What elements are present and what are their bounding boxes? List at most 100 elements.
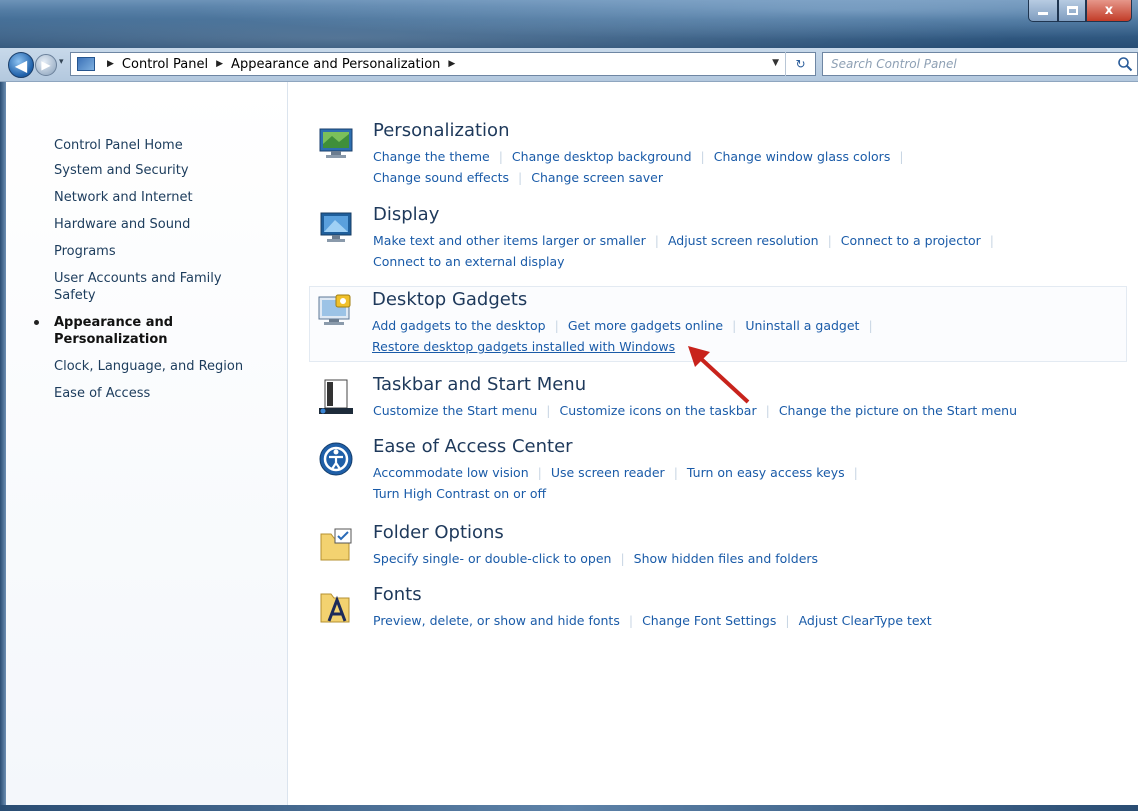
link-low-vision[interactable]: Accommodate low vision: [373, 465, 529, 480]
sidebar-item-appearance[interactable]: Appearance and Personalization: [34, 314, 214, 348]
close-icon: x: [1104, 3, 1114, 18]
link-separator: |: [868, 318, 873, 333]
link-separator: |: [537, 465, 542, 480]
link-restore-desktop-gadgets[interactable]: Restore desktop gadgets installed with W…: [372, 339, 675, 354]
link-separator: |: [673, 465, 678, 480]
category-title-desktop-gadgets[interactable]: Desktop Gadgets: [372, 289, 527, 310]
link-get-more-gadgets[interactable]: Get more gadgets online: [568, 318, 723, 333]
recent-pages-dropdown[interactable]: ▾: [59, 57, 64, 67]
category-title-personalization[interactable]: Personalization: [373, 120, 509, 141]
sidebar-item-hardware-sound[interactable]: Hardware and Sound: [54, 216, 274, 233]
forward-arrow-icon: ▶: [41, 58, 51, 72]
desktop-gadgets-icon[interactable]: [316, 291, 354, 329]
link-change-window-glass-colors[interactable]: Change window glass colors: [714, 149, 891, 164]
link-separator: |: [785, 613, 790, 628]
link-customize-start-menu[interactable]: Customize the Start menu: [373, 403, 537, 418]
link-change-start-picture[interactable]: Change the picture on the Start menu: [779, 403, 1017, 418]
titlebar-glass: [0, 0, 1138, 48]
breadcrumb-separator-icon[interactable]: ▶: [216, 59, 223, 69]
link-show-hidden-files[interactable]: Show hidden files and folders: [634, 551, 818, 566]
link-connect-external-display[interactable]: Connect to an external display: [373, 254, 565, 269]
category-title-taskbar[interactable]: Taskbar and Start Menu: [373, 374, 586, 395]
link-separator: |: [654, 233, 659, 248]
sidebar-item-programs[interactable]: Programs: [54, 243, 274, 260]
link-separator: |: [546, 403, 551, 418]
refresh-icon: ↻: [795, 57, 806, 71]
link-separator: |: [554, 318, 559, 333]
refresh-button[interactable]: ↻: [785, 52, 815, 76]
link-single-double-click[interactable]: Specify single- or double-click to open: [373, 551, 611, 566]
close-button[interactable]: x: [1086, 0, 1132, 22]
link-separator: |: [989, 233, 994, 248]
category-links: Make text and other items larger or smal…: [373, 230, 1113, 272]
control-panel-home-link[interactable]: Control Panel Home: [54, 138, 183, 153]
folder-options-icon[interactable]: [317, 526, 355, 564]
link-separator: |: [732, 318, 737, 333]
maximize-button[interactable]: [1058, 0, 1086, 22]
link-separator: |: [899, 149, 904, 164]
link-separator: |: [498, 149, 503, 164]
search-box[interactable]: [822, 52, 1138, 76]
sidebar-item-ease-of-access[interactable]: Ease of Access: [54, 385, 274, 402]
link-screen-reader[interactable]: Use screen reader: [551, 465, 665, 480]
breadcrumb-appearance[interactable]: Appearance and Personalization: [231, 57, 440, 72]
category-links: Specify single- or double-click to open |…: [373, 548, 1113, 569]
link-separator: |: [700, 149, 705, 164]
category-fonts: Fonts Preview, delete, or show and hide …: [311, 584, 1126, 628]
ease-of-access-icon[interactable]: [317, 440, 355, 478]
link-change-sound-effects[interactable]: Change sound effects: [373, 170, 509, 185]
link-change-desktop-background[interactable]: Change desktop background: [512, 149, 692, 164]
maximize-icon: [1066, 6, 1078, 15]
sidebar-item-user-accounts[interactable]: User Accounts and Family Safety: [54, 270, 244, 304]
sidebar-item-system-security[interactable]: System and Security: [54, 162, 274, 179]
category-ease-of-access: Ease of Access Center Accommodate low vi…: [311, 436, 1126, 502]
link-easy-access-keys[interactable]: Turn on easy access keys: [687, 465, 845, 480]
category-title-display[interactable]: Display: [373, 204, 439, 225]
link-preview-fonts[interactable]: Preview, delete, or show and hide fonts: [373, 613, 620, 628]
window-controls: x: [1028, 0, 1132, 22]
category-list: System and Security Network and Internet…: [34, 162, 274, 412]
category-links: Accommodate low vision | Use screen reader…: [373, 462, 1113, 504]
link-separator: |: [628, 613, 634, 628]
breadcrumb-separator-icon[interactable]: ▶: [448, 59, 455, 69]
link-change-screen-saver[interactable]: Change screen saver: [531, 170, 663, 185]
category-display: Display Make text and other items larger…: [311, 204, 1126, 270]
search-input[interactable]: [831, 57, 1101, 71]
link-change-theme[interactable]: Change the theme: [373, 149, 490, 164]
fonts-icon[interactable]: [317, 588, 355, 626]
category-title-ease-of-access[interactable]: Ease of Access Center: [373, 436, 573, 457]
minimize-button[interactable]: [1028, 0, 1058, 22]
window-left-edge: [0, 82, 6, 805]
back-arrow-icon: ◀: [14, 55, 28, 75]
category-title-folder-options[interactable]: Folder Options: [373, 522, 504, 543]
forward-button[interactable]: ▶: [35, 54, 57, 76]
category-links: Change the theme | Change desktop backgrou…: [373, 146, 1113, 188]
sidebar-item-network-internet[interactable]: Network and Internet: [54, 189, 274, 206]
personalization-icon[interactable]: [317, 124, 355, 162]
category-title-fonts[interactable]: Fonts: [373, 584, 422, 605]
category-folder-options: Folder Options Specify single- or double…: [311, 522, 1126, 566]
navigation-bar: ◀ ▶ ▾ ▶ Control Panel ▶ Appearance and P…: [0, 48, 1138, 82]
link-adjust-cleartype[interactable]: Adjust ClearType text: [799, 613, 932, 628]
address-bar[interactable]: ▶ Control Panel ▶ Appearance and Persona…: [70, 52, 816, 76]
left-navigation-pane: Control Panel Home System and Security N…: [0, 82, 288, 805]
display-icon[interactable]: [317, 208, 355, 246]
address-dropdown-icon[interactable]: ▼: [772, 58, 779, 68]
back-button[interactable]: ◀: [8, 52, 34, 78]
link-change-font-settings[interactable]: Change Font Settings: [642, 613, 776, 628]
category-personalization: Personalization Change the theme | Change …: [311, 120, 1126, 186]
sidebar-item-clock-language[interactable]: Clock, Language, and Region: [54, 358, 274, 375]
link-connect-projector[interactable]: Connect to a projector: [841, 233, 981, 248]
control-panel-icon: [77, 57, 95, 71]
taskbar-icon[interactable]: [317, 378, 355, 416]
link-adjust-screen-resolution[interactable]: Adjust screen resolution: [668, 233, 819, 248]
window-bottom-edge: [0, 805, 1138, 811]
link-add-gadgets[interactable]: Add gadgets to the desktop: [372, 318, 546, 333]
link-make-text-larger[interactable]: Make text and other items larger or smal…: [373, 233, 646, 248]
link-separator: |: [853, 465, 858, 480]
link-uninstall-gadget[interactable]: Uninstall a gadget: [745, 318, 859, 333]
search-icon[interactable]: [1117, 56, 1133, 72]
breadcrumb-control-panel[interactable]: Control Panel: [122, 57, 208, 72]
breadcrumb-separator-icon[interactable]: ▶: [107, 59, 114, 69]
link-high-contrast[interactable]: Turn High Contrast on or off: [373, 486, 546, 501]
